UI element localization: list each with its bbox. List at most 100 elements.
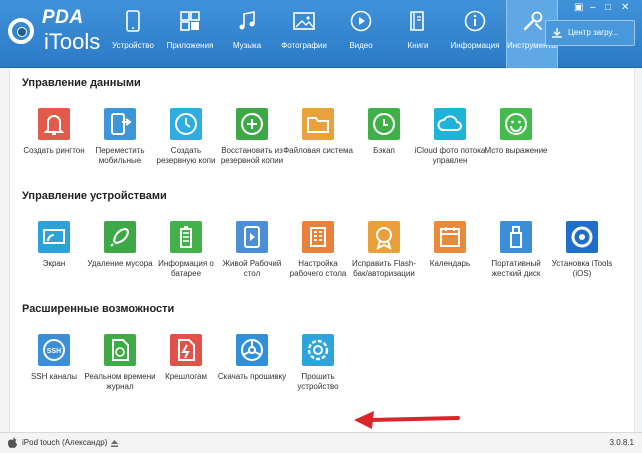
tool-label: Реальном времени журнал [84,372,156,391]
tool-desktop-settings[interactable]: Настройка рабочего стола [286,221,350,305]
tool-flash-device[interactable]: Прошить устройство [286,334,350,418]
battery-icon [170,221,202,253]
nav-books-label: Книги [407,41,429,50]
tool-portable-drive[interactable]: Портативный жесткий диск [484,221,548,305]
screen-icon [38,221,70,253]
nav-photos[interactable]: Фотографии [278,0,330,68]
tool-label: iCloud фото потока управлен [414,146,486,165]
nav-music-label: Музыка [232,41,262,50]
tool-crash-logs[interactable]: Крешлогам [154,334,218,418]
itools-window: PDA iTools Устройство Приложения Музыка … [0,0,642,453]
nav-video-label: Видео [349,41,373,50]
music-icon [239,11,255,30]
tool-label: Экран [42,259,66,268]
tools-icon [523,11,543,31]
nav-device-label: Устройство [112,41,154,50]
calendar-icon [434,221,466,253]
tool-backup[interactable]: Бэкап [352,108,416,192]
firmware-download-icon [236,334,268,366]
folder-icon [302,108,334,140]
live-icon [236,221,268,253]
books-icon [410,11,424,31]
tool-label: Информация о батарее [158,259,214,278]
status-bar: iPod touch (Александр) 3.0.8.1 [0,432,642,453]
nav-books[interactable]: Книги [392,0,444,68]
brand-logo: PDA iTools [2,4,106,64]
backup-icon [368,108,400,140]
logo-mark-icon [8,18,34,44]
bell-icon [38,108,70,140]
tool-label: Переместить мобильные [95,146,145,165]
video-icon [350,10,372,32]
download-center-label: Центр загру... [568,28,619,37]
nav-photos-label: Фотографии [281,41,327,50]
tool-screen[interactable]: Экран [22,221,86,305]
rocket-icon [104,221,136,253]
nav-device[interactable]: Устройство [107,0,159,68]
eject-icon[interactable] [110,439,119,448]
brand-pda-text: PDA [42,7,84,28]
smile-icon [500,108,532,140]
cloud-icon [434,108,466,140]
tool-label: Бэкап [373,146,395,155]
skin-button[interactable]: ▣ [574,2,583,13]
tool-install-itools[interactable]: Установка iTools (iOS) [550,221,614,305]
tool-ssh-channel[interactable]: SSH SSH каналы [22,334,86,418]
connected-device-name: iPod touch (Александр) [22,438,108,447]
tool-live-desktop[interactable]: Живой Рабочий стол [220,221,284,305]
tool-label: Календарь [429,259,471,268]
tool-label: Установка iTools (iOS) [551,259,613,278]
tool-label: Настройка рабочего стола [289,259,347,278]
itools-icon [566,221,598,253]
minimize-button[interactable]: – [590,2,596,13]
red-arrow-annotation [354,411,460,429]
grid-icon [302,221,334,253]
tool-junk-cleaner[interactable]: Удаление мусора [87,221,153,305]
tool-calendar[interactable]: Календарь [418,221,482,305]
tool-transfer-mobile[interactable]: Переместить мобильные [88,108,152,192]
tool-label: Исправить Flash-бак/авторизации [352,259,416,278]
usb-icon [500,221,532,253]
photos-icon [293,12,315,30]
nav-video[interactable]: Видео [335,0,387,68]
tool-label: SSH каналы [30,372,78,381]
tool-label: Создать рингтон [23,146,85,155]
maximize-button[interactable]: □ [605,2,611,13]
tool-realtime-log[interactable]: Реальном времени журнал [84,334,156,418]
ssh-icon: SSH [38,334,70,366]
tool-label: Файловая система [283,146,353,155]
tool-create-ringtone[interactable]: Создать рингтон [22,108,86,192]
tool-label: Живой Рабочий стол [222,259,282,278]
tool-label: Портативный жесткий диск [491,259,541,278]
tool-label: Прошить устройство [297,372,339,391]
nav-music[interactable]: Музыка [221,0,273,68]
tool-expressions[interactable]: Мсто выражение [484,108,548,192]
download-icon [552,28,562,38]
tool-label: Скачать прошивку [217,372,287,381]
tool-download-firmware[interactable]: Скачать прошивку [218,334,286,418]
nav-apps[interactable]: Приложения [164,0,216,68]
apple-icon [8,437,17,448]
tool-battery-info[interactable]: Информация о батарее [154,221,218,305]
ssh-icon-text: SSH [47,348,61,355]
badge-icon [368,221,400,253]
tool-label: Удаление мусора [87,259,153,268]
tool-label: Мсто выражение [484,146,548,155]
tool-icloud-photo-stream[interactable]: iCloud фото потока управлен [415,108,485,192]
clock-icon [170,108,202,140]
tool-create-backup[interactable]: Создать резервную копи [154,108,218,192]
nav-apps-label: Приложения [166,41,214,50]
tool-fix-flash[interactable]: Исправить Flash-бак/авторизации [352,221,416,305]
log-icon [104,334,136,366]
app-version: 3.0.8.1 [609,438,634,447]
close-button[interactable]: ✕ [621,2,629,13]
device-icon [126,10,140,32]
tool-file-system[interactable]: Файловая система [283,108,353,192]
nav-info-label: Информация [450,41,500,50]
nav-info[interactable]: Информация [449,0,501,68]
tool-restore-backup[interactable]: Восстановить из резервной копии [220,108,284,192]
tool-label: Создать резервную копи [156,146,216,165]
restore-icon [236,108,268,140]
tool-label: Крешлогам [165,372,207,381]
download-center-button[interactable]: Центр загру... [545,20,635,46]
